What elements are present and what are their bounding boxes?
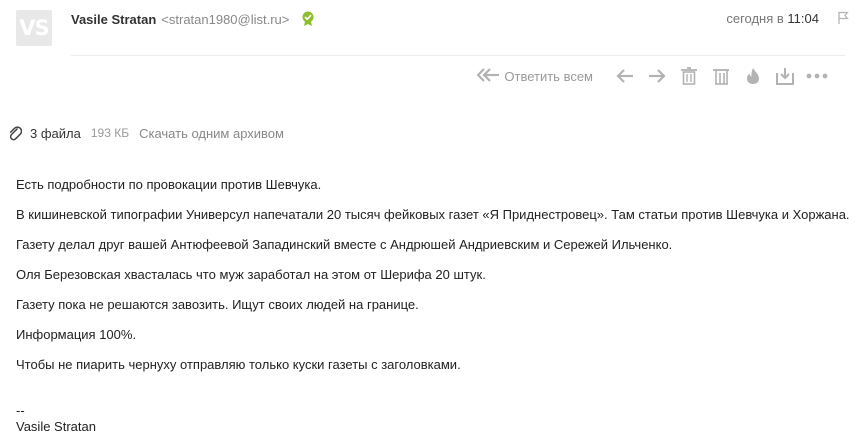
avatar-initials: VS — [19, 16, 49, 40]
body-line: Есть подробности по провокации против Ше… — [16, 177, 322, 192]
attachments-bar: 3 файла 193 КБ Скачать одним архивом — [8, 125, 284, 141]
move-folder-icon — [775, 67, 795, 85]
message-toolbar: Ответить всем — [476, 64, 829, 88]
attachments-count-link[interactable]: 3 файла — [30, 126, 81, 141]
move-to-folder-button[interactable] — [773, 64, 797, 88]
header-divider — [71, 55, 845, 56]
date-time: 11:04 — [787, 11, 819, 26]
delete-button[interactable] — [677, 64, 701, 88]
sender-email[interactable]: <stratan1980@list.ru> — [161, 12, 289, 27]
message-date: сегодня в 11:04 — [726, 11, 819, 26]
paperclip-icon — [8, 125, 23, 141]
spam-button[interactable] — [741, 64, 765, 88]
arrow-right-icon — [648, 68, 666, 84]
sender-name[interactable]: Vasile Stratan — [71, 12, 156, 27]
body-line: Информация 100%. — [16, 327, 137, 342]
signature-name: Vasile Stratan — [16, 419, 96, 434]
more-dots-icon — [806, 73, 828, 79]
body-line: В кишиневской типографии Универсул напеч… — [16, 207, 850, 222]
archive-button[interactable] — [709, 64, 733, 88]
sender-info: Vasile Stratan <stratan1980@list.ru> — [71, 11, 315, 27]
reply-all-icon — [476, 67, 501, 86]
arrow-left-icon — [616, 68, 634, 84]
reply-button[interactable] — [613, 64, 637, 88]
body-line: Газету делал друг вашей Антюфеевой Запад… — [16, 237, 673, 252]
trash-icon — [680, 67, 698, 85]
signature-dashes: -- — [16, 403, 25, 418]
signature: -- Vasile Stratan — [16, 403, 96, 435]
flag-icon[interactable] — [837, 11, 849, 25]
reply-all-button[interactable]: Ответить всем — [476, 67, 593, 86]
reply-all-label: Ответить всем — [504, 68, 593, 84]
more-button[interactable] — [805, 64, 829, 88]
avatar[interactable]: VS — [16, 10, 52, 46]
body-line: Оля Березовская хвасталась что муж зараб… — [16, 267, 486, 282]
date-day: сегодня в — [726, 11, 784, 26]
message-body: Есть подробности по провокации против Ше… — [16, 177, 850, 387]
body-line: Чтобы не пиарить чернуху отправляю тольк… — [16, 357, 461, 372]
fire-icon — [745, 67, 761, 85]
archive-icon — [712, 67, 730, 85]
download-archive-link[interactable]: Скачать одним архивом — [139, 126, 284, 141]
forward-button[interactable] — [645, 64, 669, 88]
verified-sender-icon[interactable] — [301, 11, 315, 27]
attachments-size: 193 КБ — [90, 126, 130, 140]
body-line: Газету пока не решаются завозить. Ищут с… — [16, 297, 419, 312]
